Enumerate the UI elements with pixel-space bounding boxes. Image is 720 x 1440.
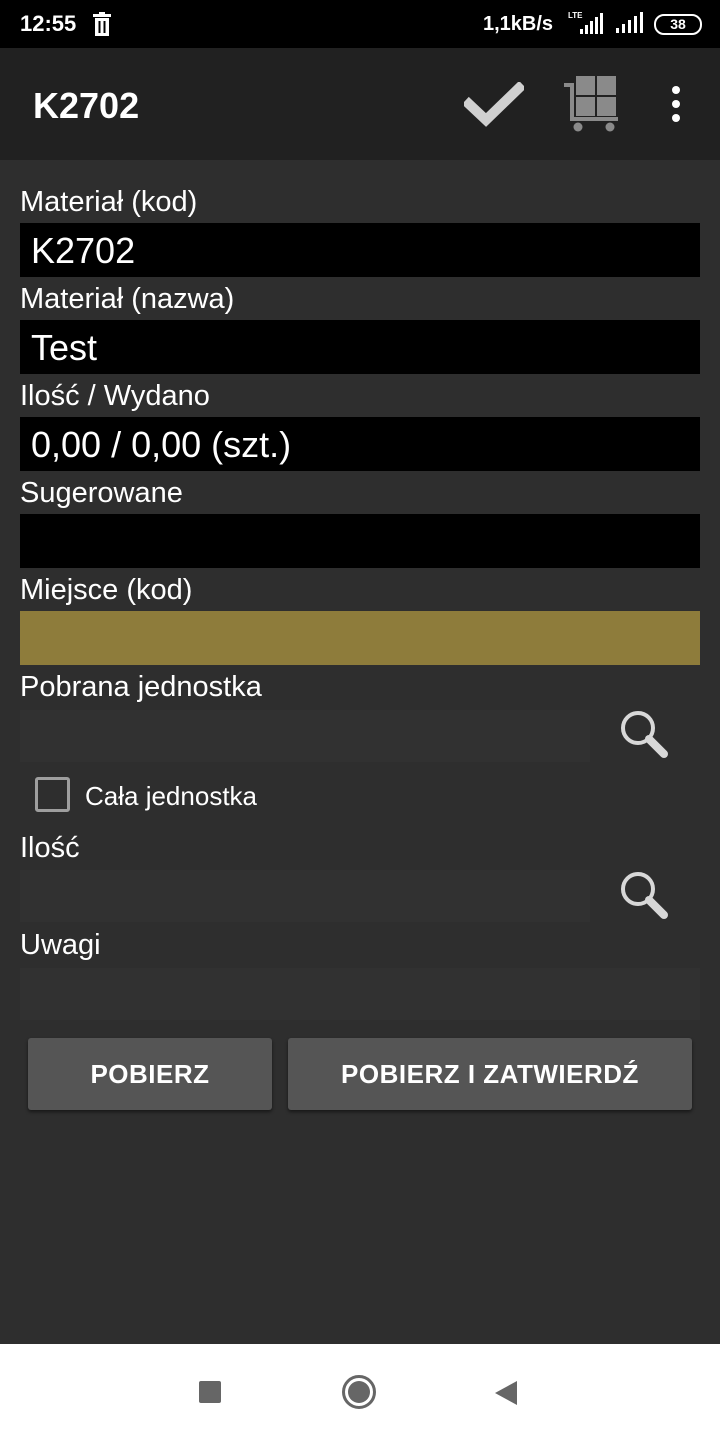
material-name-label: Materiał (nazwa): [20, 283, 235, 315]
page-title: K2702: [33, 85, 140, 126]
status-time: 12:55: [20, 11, 77, 36]
search-icon[interactable]: [616, 867, 672, 923]
quantity-label: Ilość: [20, 832, 80, 864]
home-icon[interactable]: [341, 1374, 377, 1410]
take-button[interactable]: POBIERZ: [28, 1038, 272, 1110]
lte-signal-icon: LTE: [568, 11, 603, 34]
picked-unit-input[interactable]: [20, 710, 590, 762]
whole-unit-label: Cała jednostka: [85, 781, 257, 811]
svg-text:LTE: LTE: [568, 11, 583, 20]
material-code-field: K2702: [20, 223, 700, 277]
recents-icon[interactable]: [199, 1381, 221, 1403]
back-icon[interactable]: [493, 1379, 519, 1407]
search-icon[interactable]: [616, 706, 672, 762]
material-code-value: K2702: [31, 230, 136, 271]
location-code-input[interactable]: [20, 611, 700, 665]
status-bar: 12:55 1,1kB/s LTE 38: [0, 0, 720, 48]
cart-icon[interactable]: [562, 73, 622, 133]
notes-label: Uwagi: [20, 929, 101, 961]
signal-icon: [616, 12, 643, 33]
whole-unit-checkbox[interactable]: [35, 777, 70, 812]
suggested-label: Sugerowane: [20, 477, 183, 509]
suggested-field: [20, 514, 700, 568]
material-name-value: Test: [31, 327, 98, 368]
navigation-bar: [0, 1344, 720, 1440]
take-and-confirm-button[interactable]: POBIERZ I ZATWIERDŹ: [288, 1038, 692, 1110]
material-code-label: Materiał (kod): [20, 186, 198, 218]
picked-unit-label: Pobrana jednostka: [20, 671, 262, 703]
more-vert-icon[interactable]: [664, 84, 688, 124]
quantity-input[interactable]: [20, 870, 590, 922]
quantity-issued-label: Ilość / Wydano: [20, 380, 210, 412]
quantity-issued-value: 0,00 / 0,00 (szt.): [31, 424, 292, 465]
network-speed: 1,1kB/s: [483, 13, 554, 35]
location-code-label: Miejsce (kod): [20, 574, 193, 606]
check-icon[interactable]: [464, 82, 524, 128]
trash-icon: [93, 12, 111, 36]
quantity-issued-field: 0,00 / 0,00 (szt.): [20, 417, 700, 471]
notes-input[interactable]: [20, 968, 700, 1020]
material-name-field: Test: [20, 320, 700, 374]
battery-indicator: 38: [654, 14, 702, 35]
